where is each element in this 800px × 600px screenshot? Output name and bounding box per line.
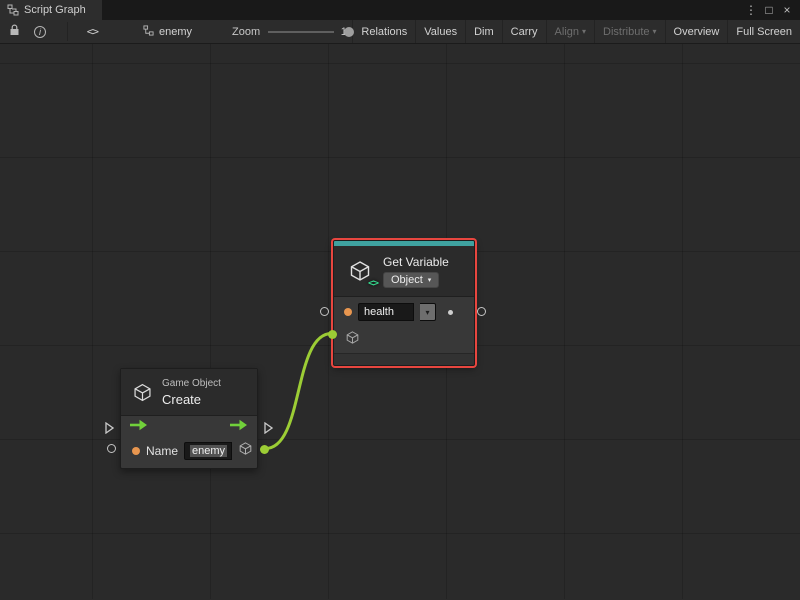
flow-out-arrow-icon [230, 418, 248, 436]
game-object-input-icon [345, 330, 360, 350]
graph-context[interactable]: enemy [143, 20, 192, 43]
zoom-slider-track [268, 31, 334, 33]
object-input-row [334, 327, 474, 353]
tab-script-graph[interactable]: Script Graph [0, 0, 102, 20]
name-port-label: Name [146, 444, 178, 458]
get-variable-title: Get Variable [383, 255, 449, 269]
close-icon[interactable]: × [779, 2, 795, 18]
object-input-port[interactable] [328, 330, 337, 339]
variable-scope-dropdown[interactable]: Object ▾ [383, 272, 439, 288]
variable-name-port[interactable] [320, 307, 329, 316]
graph-asset-icon [143, 25, 154, 39]
create-node-footer [121, 464, 257, 468]
get-variable-header: <> Get Variable Object ▾ [334, 246, 474, 296]
tab-title: Script Graph [24, 4, 86, 16]
chevron-down-icon: ▾ [582, 27, 586, 36]
zoom-slider[interactable] [268, 20, 334, 43]
info-icon: i [34, 26, 46, 38]
variable-name-value: health [364, 306, 394, 318]
flow-output-port[interactable] [264, 421, 273, 439]
graph-context-label: enemy [159, 26, 192, 38]
carry-button[interactable]: Carry [502, 20, 546, 43]
game-object-output-port[interactable] [260, 445, 269, 454]
variable-name-dropdown[interactable]: ▾ [420, 303, 436, 321]
name-input-port[interactable] [107, 444, 116, 453]
value-output-port[interactable] [477, 307, 486, 316]
variable-scope-value: Object [391, 274, 423, 286]
fullscreen-button[interactable]: Full Screen [727, 20, 800, 43]
code-icon: <> [87, 25, 98, 38]
flow-input-port[interactable] [105, 421, 114, 439]
create-node-category: Game Object [162, 378, 221, 389]
info-button[interactable]: i [27, 20, 53, 43]
create-node-header: Game Object Create [121, 369, 257, 415]
game-object-output-icon [238, 441, 253, 461]
game-object-icon [131, 381, 153, 403]
edit-code-button[interactable]: <> [80, 20, 105, 43]
values-button[interactable]: Values [415, 20, 465, 43]
create-flow-row [121, 416, 257, 438]
variable-object-icon: <> [347, 258, 373, 284]
align-button[interactable]: Align ▾ [546, 20, 594, 43]
create-node-title: Create [162, 392, 221, 407]
graph-canvas[interactable]: Game Object Create Name enemy [0, 44, 800, 599]
maximize-icon[interactable]: □ [761, 2, 777, 18]
value-output-dot-icon [448, 310, 453, 315]
relations-button[interactable]: Relations [352, 20, 415, 43]
toolbar-separator [67, 22, 68, 41]
variable-name-row: health ▾ [334, 297, 474, 327]
node-game-object-create[interactable]: Game Object Create Name enemy [120, 368, 258, 469]
node-get-variable[interactable]: <> Get Variable Object ▾ health ▾ [333, 240, 475, 366]
zoom-label: Zoom [232, 20, 260, 43]
distribute-button[interactable]: Distribute ▾ [594, 20, 664, 43]
chevron-down-icon: ▾ [653, 27, 657, 36]
string-port-icon [344, 308, 352, 316]
script-graph-icon [7, 4, 19, 16]
window-menu-icon[interactable]: ⋮ [743, 2, 759, 18]
dim-button[interactable]: Dim [465, 20, 502, 43]
chevron-down-icon: ▾ [428, 276, 432, 284]
create-name-row: Name enemy [121, 438, 257, 464]
overview-button[interactable]: Overview [665, 20, 728, 43]
graph-toolbar: i <> enemy Zoom 1x Relations Values Dim … [0, 20, 800, 44]
name-input-value: enemy [190, 445, 227, 457]
name-input[interactable]: enemy [184, 442, 232, 460]
toolbar-button-group: Relations Values Dim Carry Align ▾ Distr… [352, 20, 800, 43]
chevron-down-icon: ▾ [425, 308, 429, 317]
window-titlebar: Script Graph ⋮ □ × [0, 0, 800, 20]
code-badge-icon: <> [368, 278, 378, 289]
window-controls: ⋮ □ × [743, 0, 800, 20]
get-variable-footer [334, 353, 474, 365]
lock-button[interactable] [0, 20, 27, 43]
flow-in-arrow-icon [130, 418, 148, 436]
lock-icon [9, 24, 20, 39]
string-port-icon [132, 447, 140, 455]
variable-name-input[interactable]: health [358, 303, 414, 321]
